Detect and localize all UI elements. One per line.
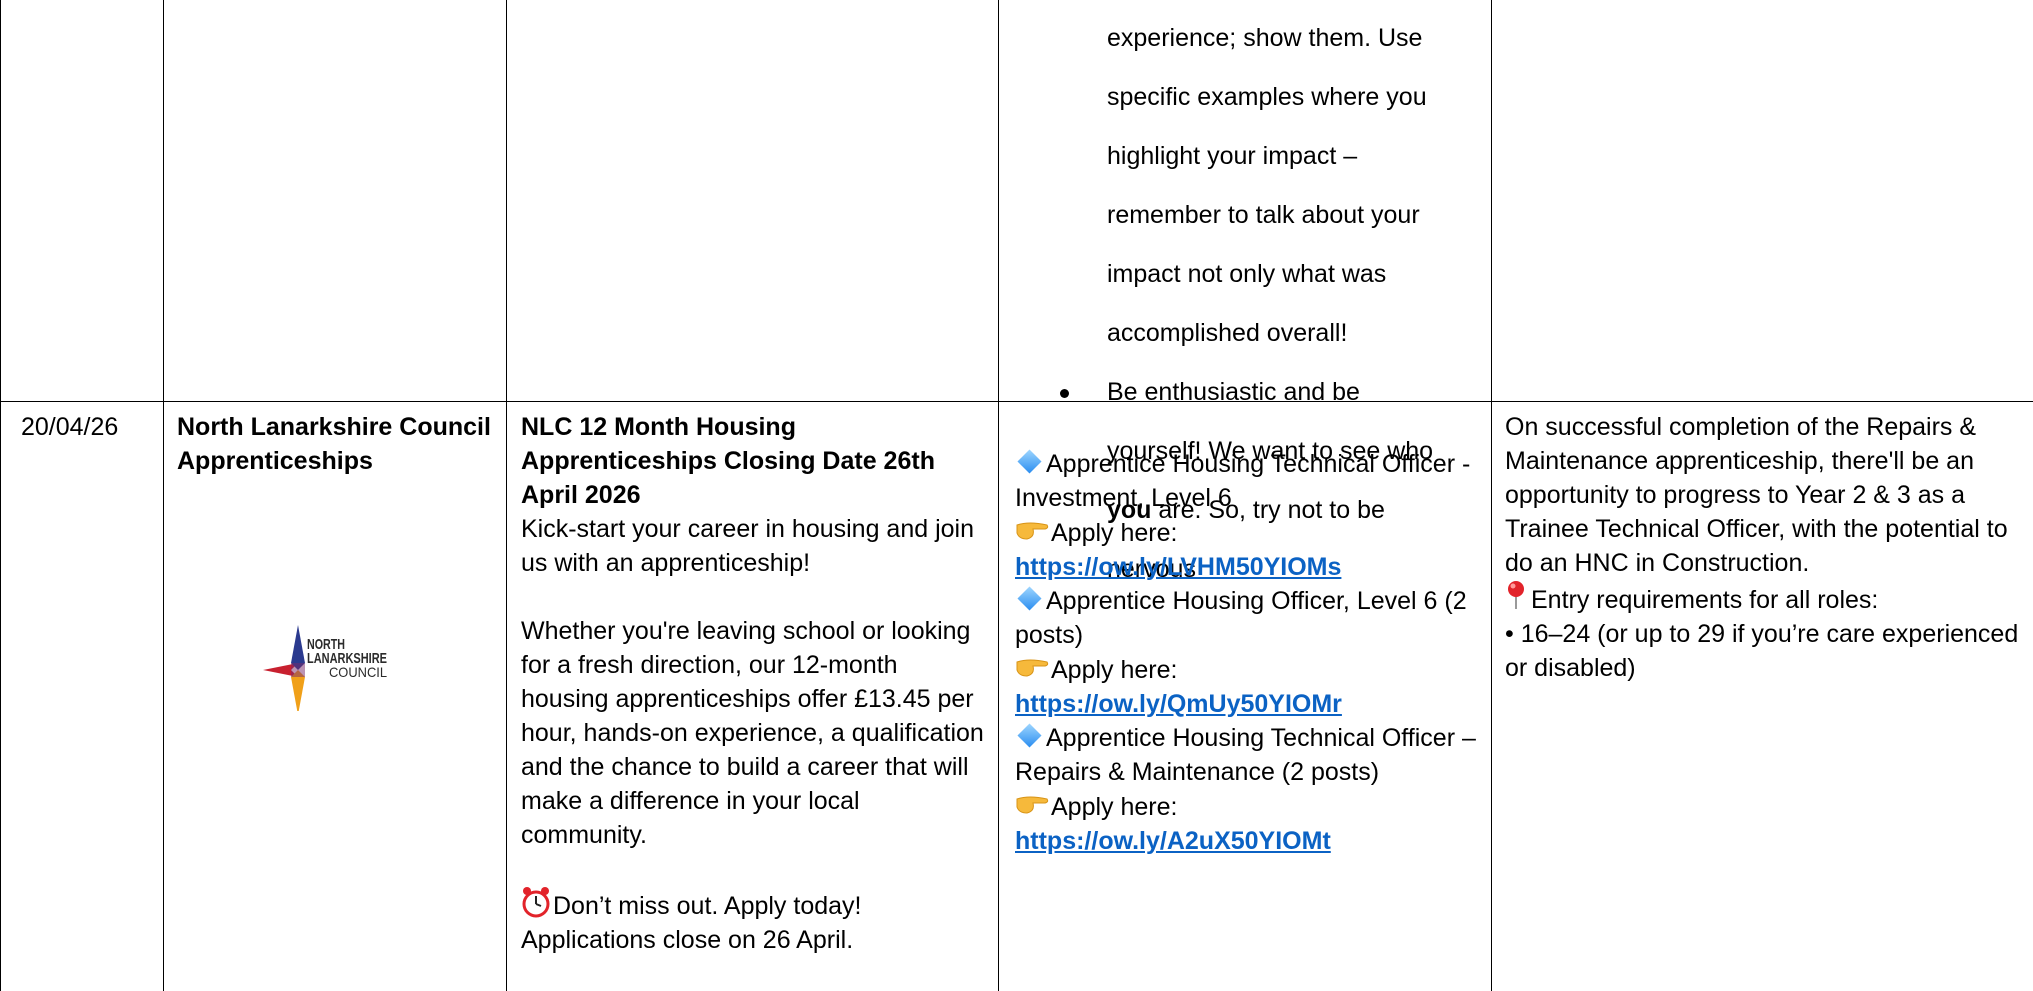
employer-name: North Lanarkshire Council Apprenticeship… [177, 413, 491, 475]
vacancy-title: NLC 12 Month Housing Apprenticeships Clo… [521, 413, 935, 509]
notes-text: On successful completion of the Repairs … [1505, 413, 2008, 577]
date-text: 20/04/26 [21, 413, 119, 441]
role-title-text: Apprentice Housing Technical Officer – R… [1015, 724, 1476, 786]
apply-label: Apply here: [1051, 793, 1178, 821]
apply-label: Apply here: [1051, 656, 1178, 684]
roles-cell: Apprentice Housing Technical Officer - I… [1015, 447, 1485, 858]
tip-line: experience; show them. Use [1107, 24, 1423, 52]
logo-text: COUNCIL [329, 664, 387, 680]
tip-line: remember to talk about your [1107, 201, 1420, 229]
pointing-hand-icon [1016, 522, 1049, 540]
deadline-text: Don’t miss out. Apply today! [553, 892, 862, 920]
role-title: Apprentice Housing Technical Officer - I… [1015, 447, 1485, 515]
blue-diamond-icon [1017, 449, 1042, 474]
deadline-line: Don’t miss out. Apply today! [521, 886, 991, 923]
description-cell: NLC 12 Month Housing Apprenticeships Clo… [521, 410, 991, 957]
closing-date-text: Applications close on 26 April. [521, 926, 854, 954]
blue-diamond-icon [1017, 723, 1042, 748]
star-logo-icon: NORTH LANARKSHIRE COUNCIL [263, 625, 387, 715]
tip-line: impact not only what was [1107, 260, 1387, 288]
north-lanarkshire-council-logo: NORTH LANARKSHIRE COUNCIL [263, 625, 413, 715]
apply-link[interactable]: https://ow.ly/A2uX50YIOMt [1015, 827, 1331, 855]
column-divider-4 [1491, 0, 1492, 991]
entry-requirements-heading: Entry requirements for all roles: [1505, 580, 2025, 617]
column-divider-3 [998, 0, 999, 991]
tip-line: highlight your impact – [1107, 142, 1358, 170]
role-item: Apprentice Housing Officer, Level 6 (2 p… [1015, 584, 1485, 721]
apply-link[interactable]: https://ow.ly/QmUy50YIOMr [1015, 690, 1342, 718]
apply-line: Apply here: [1015, 789, 1485, 824]
row-divider [0, 401, 2033, 402]
list-item: experience; show them. Use specific exam… [1022, 21, 1462, 350]
blue-diamond-icon [1017, 586, 1042, 611]
apply-label: Apply here: [1051, 519, 1178, 547]
column-divider-2 [506, 0, 507, 991]
entry-requirement-item: • 16–24 (or up to 29 if you’re care expe… [1505, 620, 2019, 682]
role-title-text: Apprentice Housing Technical Officer - I… [1015, 450, 1471, 512]
table-border-left [0, 0, 1, 991]
alarm-clock-icon [522, 887, 550, 918]
body-text: Whether you're leaving school or looking… [521, 617, 984, 849]
tip-line: accomplished overall! [1107, 319, 1348, 347]
date-cell: 20/04/26 [21, 410, 156, 444]
bullet-dot-icon [1060, 389, 1069, 398]
pointing-hand-icon [1016, 796, 1049, 814]
role-item: Apprentice Housing Technical Officer - I… [1015, 447, 1485, 584]
entry-heading-text: Entry requirements for all roles: [1531, 586, 1879, 614]
notes-cell: On successful completion of the Repairs … [1505, 410, 2025, 685]
role-title: Apprentice Housing Officer, Level 6 (2 p… [1015, 584, 1485, 652]
employer-cell: North Lanarkshire Council Apprenticeship… [177, 410, 497, 478]
tip-line: specific examples where you [1107, 83, 1427, 111]
role-title: Apprentice Housing Technical Officer – R… [1015, 721, 1485, 789]
round-pushpin-icon [1508, 581, 1524, 609]
role-title-text: Apprentice Housing Officer, Level 6 (2 p… [1015, 587, 1467, 649]
tip-line: Be enthusiastic and be [1107, 378, 1360, 406]
role-item: Apprentice Housing Technical Officer – R… [1015, 721, 1485, 858]
apply-link[interactable]: https://ow.ly/LVHM50YIOMs [1015, 553, 1341, 581]
apply-line: Apply here: [1015, 515, 1485, 550]
apply-line: Apply here: [1015, 652, 1485, 687]
pointing-hand-icon [1016, 659, 1049, 677]
intro-text: Kick-start your career in housing and jo… [521, 515, 975, 577]
document-table: experience; show them. Use specific exam… [0, 0, 2033, 991]
column-divider-1 [163, 0, 164, 991]
